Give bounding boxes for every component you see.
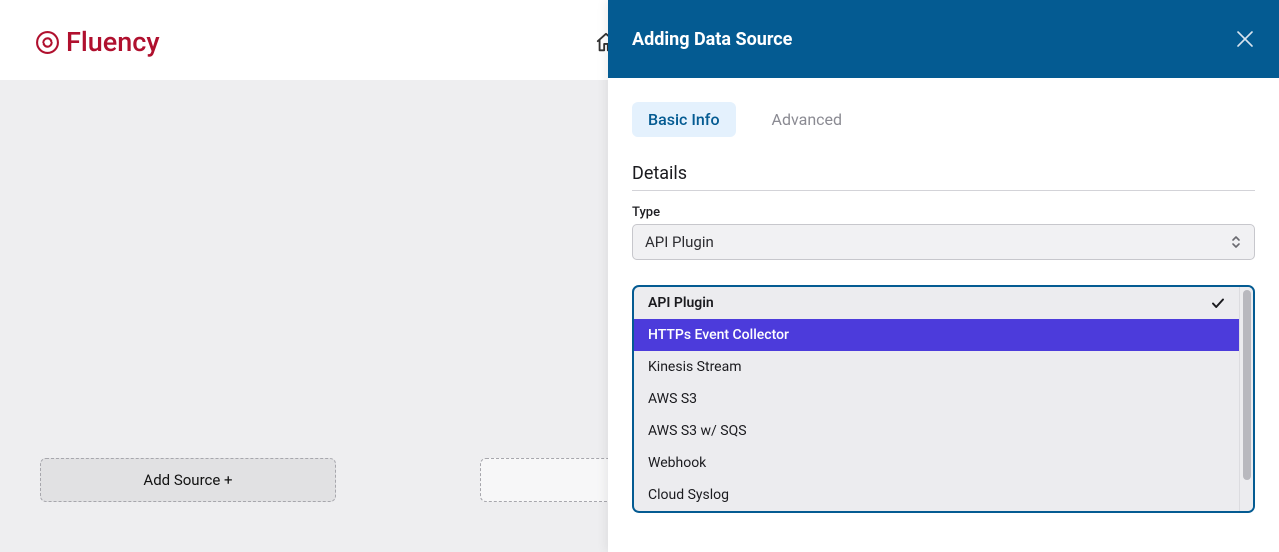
type-option[interactable]: Webhook <box>634 447 1239 479</box>
details-section: Details Type API Plugin <box>632 163 1255 260</box>
type-dropdown: API Plugin HTTPs Event Collector Kinesis S… <box>632 285 1255 513</box>
panel-title: Adding Data Source <box>632 29 792 50</box>
type-option-label: AWS S3 w/ SQS <box>648 423 747 439</box>
brand-name: Fluency <box>66 26 160 58</box>
type-dropdown-list: API Plugin HTTPs Event Collector Kinesis S… <box>634 287 1239 511</box>
type-label: Type <box>632 205 1255 220</box>
panel-header: Adding Data Source <box>608 0 1279 78</box>
type-option[interactable]: AWS S3 w/ SQS <box>634 415 1239 447</box>
brand-logo[interactable]: Fluency <box>35 26 160 58</box>
dropdown-scroll-thumb[interactable] <box>1243 290 1251 480</box>
type-option-label: Kinesis Stream <box>648 359 742 375</box>
dropdown-scrollbar[interactable] <box>1239 287 1253 511</box>
type-option-label: HTTPs Event Collector <box>648 327 789 343</box>
close-icon[interactable] <box>1235 29 1255 49</box>
select-arrows-icon <box>1230 234 1242 250</box>
type-option[interactable]: AWS S3 <box>634 383 1239 415</box>
type-option-label: API Plugin <box>648 295 714 311</box>
type-select-value: API Plugin <box>645 233 714 251</box>
details-heading: Details <box>632 163 1255 191</box>
type-option[interactable]: Kinesis Stream <box>634 351 1239 383</box>
type-option-label: Cloud Syslog <box>648 487 729 503</box>
type-option[interactable]: API Plugin <box>634 287 1239 319</box>
type-option-label: AWS S3 <box>648 391 697 407</box>
add-source-button[interactable]: Add Source + <box>40 458 336 502</box>
side-panel: Adding Data Source Basic Info Advanced D… <box>608 0 1279 552</box>
tabs: Basic Info Advanced <box>632 102 1255 137</box>
type-option[interactable]: Cloud Syslog <box>634 479 1239 511</box>
type-option-label: Webhook <box>648 455 706 471</box>
type-select[interactable]: API Plugin <box>632 224 1255 260</box>
tab-advanced[interactable]: Advanced <box>756 102 859 137</box>
add-source-label: Add Source + <box>143 471 232 489</box>
panel-body: Basic Info Advanced Details Type API Plu… <box>608 78 1279 284</box>
tab-basic-info[interactable]: Basic Info <box>632 102 736 137</box>
type-option[interactable]: HTTPs Event Collector <box>634 319 1239 351</box>
brand-mark-icon <box>35 30 60 55</box>
check-icon <box>1211 296 1225 310</box>
